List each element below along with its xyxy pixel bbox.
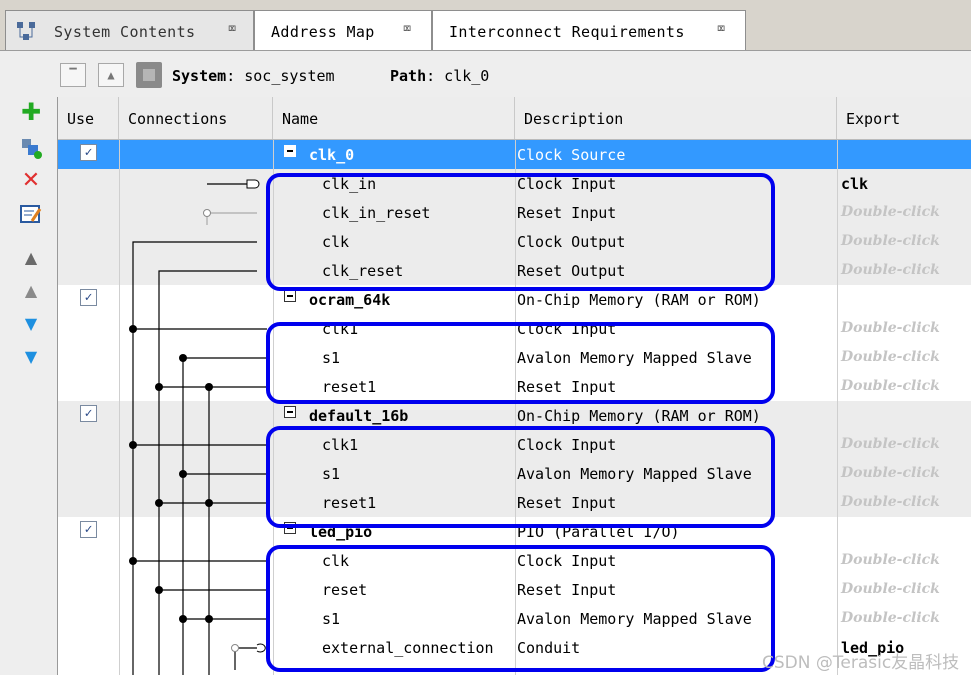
export-value[interactable]: Double-click (841, 610, 940, 626)
go-top-button[interactable]: ▔ (60, 63, 86, 87)
export-value[interactable]: Double-click (841, 581, 940, 597)
tab-address-map[interactable]: Address Map ⌧ (254, 10, 432, 50)
go-up-button[interactable]: ▲ (98, 63, 124, 87)
export-value[interactable]: clk (841, 175, 868, 193)
column-header-export[interactable]: Export (837, 97, 971, 139)
export-value[interactable]: Double-click (841, 552, 940, 568)
watermark: CSDN @Terasic友晶科技 (762, 653, 960, 673)
edit-icon[interactable] (20, 203, 42, 225)
close-tab-icon[interactable]: ⌧ (228, 21, 236, 37)
export-value[interactable]: Double-click (841, 494, 940, 510)
collapse-icon[interactable] (284, 145, 296, 157)
column-divider (837, 140, 838, 675)
table-header: Use Connections Name Description Export (58, 97, 971, 140)
column-header-description[interactable]: Description (515, 97, 837, 139)
highlight-box (266, 426, 775, 528)
collapse-icon[interactable] (284, 290, 296, 302)
component-description: On-Chip Memory (RAM or ROM) (517, 407, 761, 425)
component-name: default_16b (309, 407, 409, 425)
column-header-use[interactable]: Use (58, 97, 119, 139)
tab-label: Interconnect Requirements (449, 23, 685, 41)
close-tab-icon[interactable]: ⌧ (403, 21, 411, 37)
highlight-box (266, 322, 775, 404)
system-contents-icon (16, 21, 36, 41)
connections-graph[interactable] (57, 140, 272, 675)
export-value[interactable]: Double-click (841, 204, 940, 220)
export-value[interactable]: Double-click (841, 465, 940, 481)
path-bar: ▔ ▲ System: soc_system Path: clk_0 (0, 51, 971, 97)
highlight-box (266, 173, 775, 291)
tab-bar: System Contents ⌧ Address Map ⌧ Intercon… (0, 0, 971, 51)
component-name: clk_0 (309, 146, 355, 164)
tab-label: System Contents (54, 23, 196, 41)
export-value[interactable]: Double-click (841, 233, 940, 249)
component-description: On-Chip Memory (RAM or ROM) (517, 291, 761, 309)
export-value[interactable]: Double-click (841, 320, 940, 336)
export-value[interactable]: Double-click (841, 349, 940, 365)
add-icon[interactable]: ✚ (20, 100, 42, 124)
system-path: System: soc_system (172, 67, 335, 85)
tab-interconnect-requirements[interactable]: Interconnect Requirements ⌧ (432, 10, 746, 50)
column-header-name[interactable]: Name (273, 97, 515, 139)
current-path: Path: clk_0 (390, 67, 490, 85)
collapse-icon[interactable] (284, 406, 296, 418)
tab-system-contents[interactable]: System Contents ⌧ (5, 10, 254, 50)
close-tab-icon[interactable]: ⌧ (717, 21, 725, 37)
export-value[interactable]: Double-click (841, 436, 940, 452)
move-bottom-icon[interactable]: ▼ (20, 346, 42, 368)
move-down-icon[interactable]: ▼ (20, 313, 42, 335)
component-description: Clock Source (517, 146, 626, 164)
column-header-connections[interactable]: Connections (119, 97, 273, 139)
left-toolbar: ✚ ✕ ▲ ▲ ▼ ▼ (0, 97, 57, 675)
tab-label: Address Map (271, 23, 375, 41)
system-chip-icon (136, 62, 162, 88)
export-value[interactable]: Double-click (841, 378, 940, 394)
add-connection-icon[interactable] (20, 137, 42, 159)
component-name: ocram_64k (309, 291, 391, 309)
move-up-icon[interactable]: ▲ (20, 280, 42, 302)
move-top-icon[interactable]: ▲ (20, 247, 42, 269)
highlight-box (266, 545, 775, 672)
export-value[interactable]: Double-click (841, 262, 940, 278)
remove-icon[interactable]: ✕ (20, 170, 42, 192)
